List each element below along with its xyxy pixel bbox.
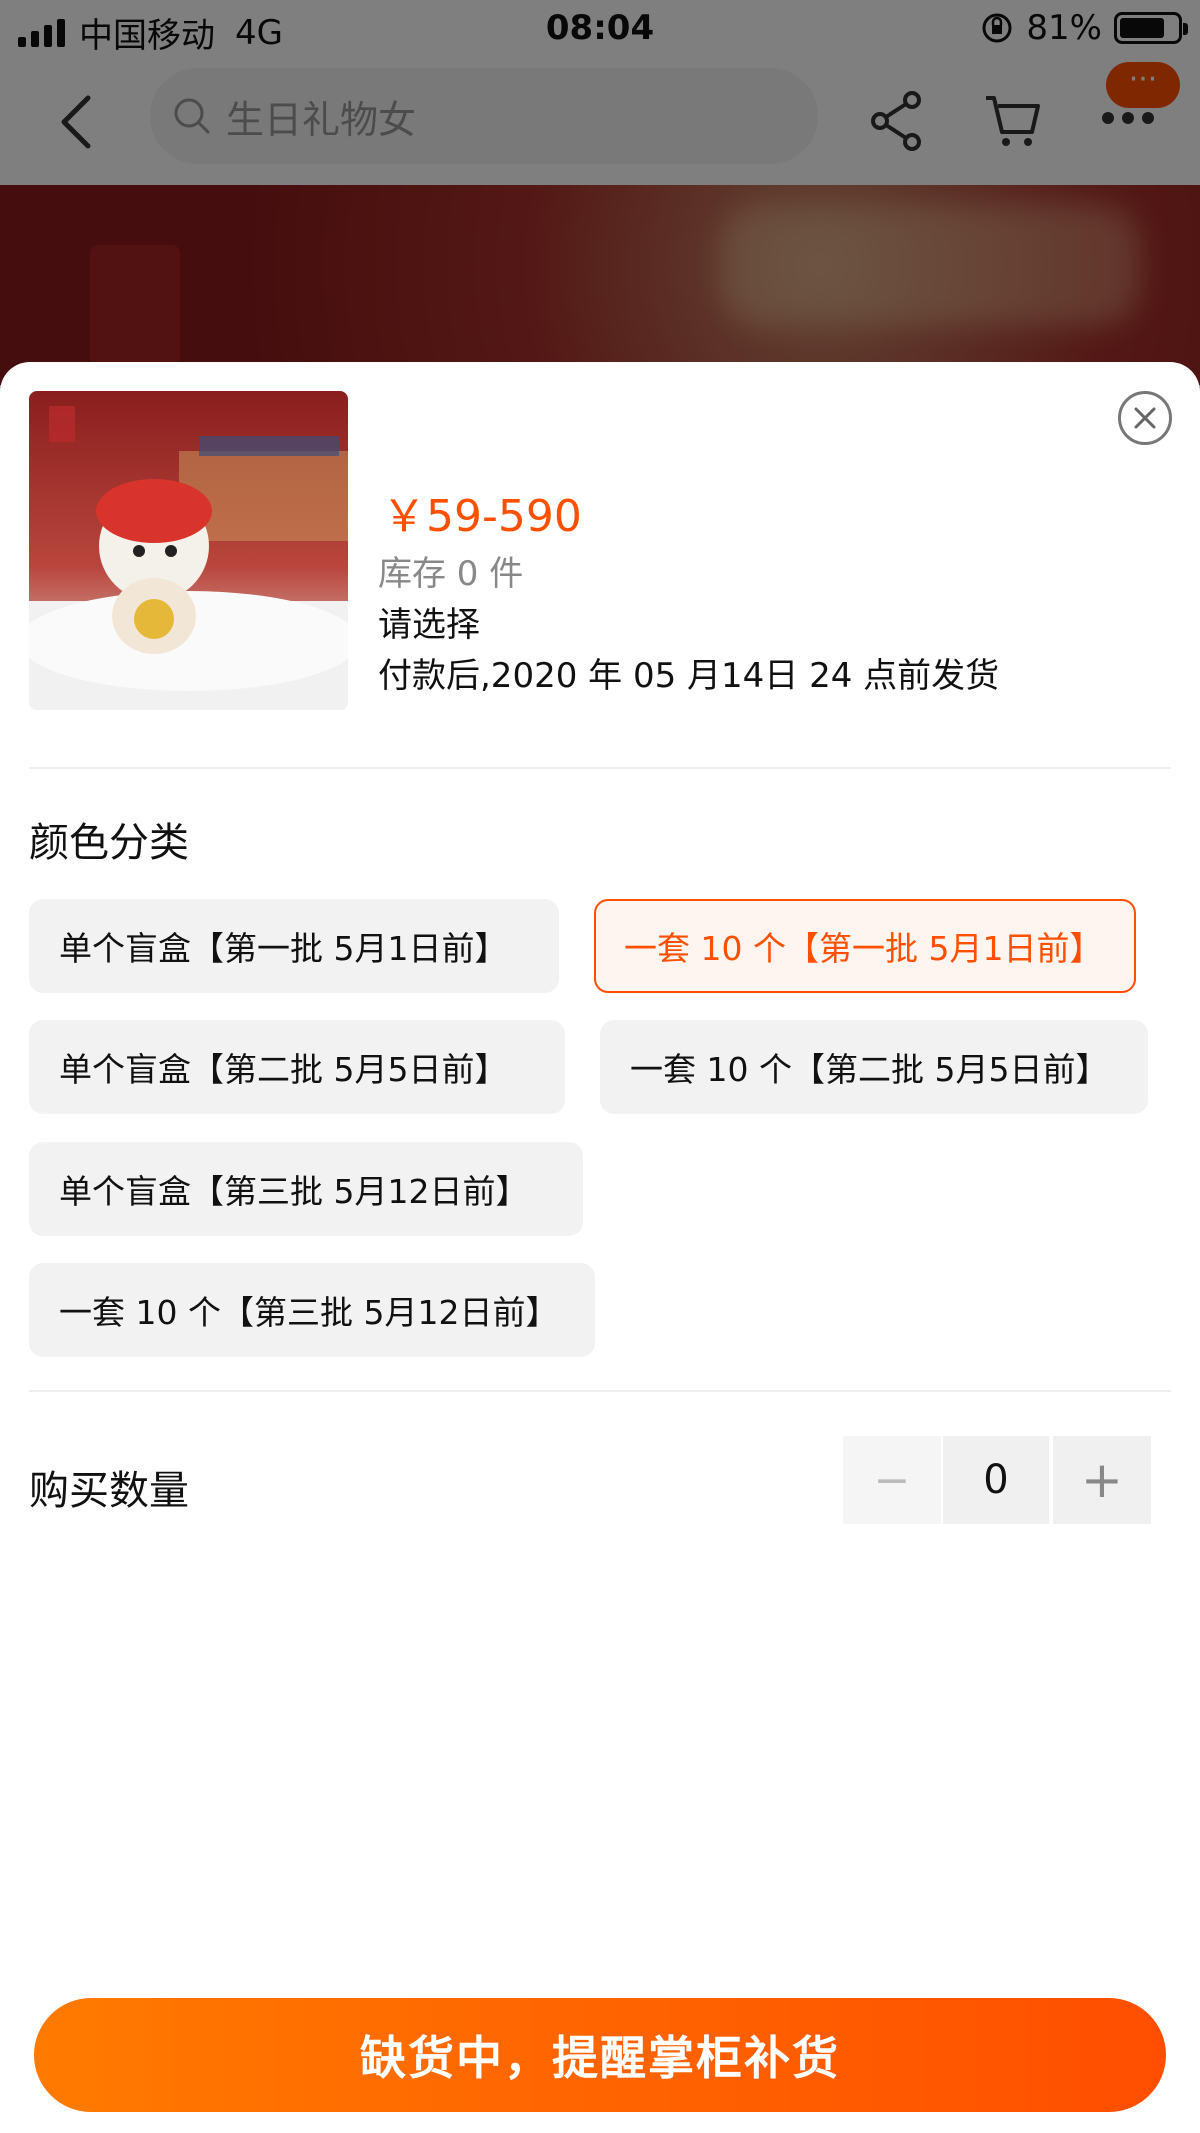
variant-option-selected[interactable]: 一套 10 个【第一批 5月1日前】 [594, 899, 1136, 993]
variant-option[interactable]: 单个盲盒【第三批 5月12日前】 [29, 1142, 583, 1236]
divider [29, 767, 1171, 769]
quantity-decrease-button[interactable]: − [843, 1436, 941, 1524]
variant-option[interactable]: 一套 10 个【第三批 5月12日前】 [29, 1263, 595, 1357]
variant-option[interactable]: 单个盲盒【第一批 5月1日前】 [29, 899, 559, 993]
product-image [29, 391, 348, 710]
sku-selection-sheet: ￥59-590 库存 0 件 请选择 付款后,2020 年 05 月14日 24… [0, 362, 1200, 2133]
close-button[interactable] [1118, 391, 1172, 445]
quantity-increase-button[interactable]: + [1053, 1436, 1151, 1524]
shipping-note: 付款后,2020 年 05 月14日 24 点前发货 [378, 656, 1000, 696]
quantity-value[interactable]: 0 [943, 1436, 1049, 1524]
close-icon [1134, 407, 1156, 429]
variant-option[interactable]: 一套 10 个【第二批 5月5日前】 [600, 1020, 1148, 1114]
variant-option[interactable]: 单个盲盒【第二批 5月5日前】 [29, 1020, 565, 1114]
variant-section-title: 颜色分类 [29, 820, 189, 866]
price-range: ￥59-590 [382, 491, 582, 542]
divider [29, 1390, 1171, 1392]
stock-count: 库存 0 件 [378, 554, 524, 594]
select-prompt: 请选择 [378, 605, 480, 645]
restock-reminder-button[interactable]: 缺货中，提醒掌柜补货 [34, 1998, 1166, 2112]
quantity-label: 购买数量 [29, 1468, 189, 1514]
product-thumbnail [29, 391, 348, 710]
